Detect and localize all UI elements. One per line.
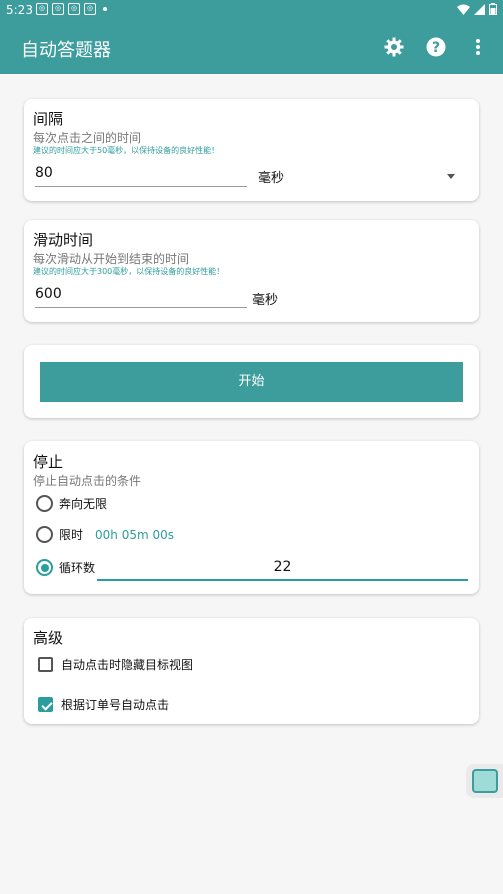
swipe-title: 滑动时间: [33, 231, 94, 249]
svg-text:?: ?: [432, 40, 440, 56]
radio-button[interactable]: [36, 559, 53, 576]
help-icon: ?: [426, 37, 446, 57]
more-options-button[interactable]: [467, 36, 489, 58]
app-notification-icon: ◎: [68, 3, 80, 15]
swipe-unit: 毫秒: [252, 293, 279, 308]
start-button[interactable]: 开始: [40, 362, 463, 402]
gear-icon: [384, 37, 404, 57]
app-notification-icon: ◎: [84, 3, 96, 15]
battery-icon: [489, 3, 497, 15]
loop-count-input[interactable]: 22: [97, 557, 468, 581]
app-bar: 自动答题器 ?: [0, 22, 503, 74]
signal-icon: [474, 3, 485, 15]
checkbox[interactable]: [38, 657, 53, 672]
swipe-subtitle: 每次滑动从开始到结束的时间: [33, 252, 190, 266]
radio-label: 循环数: [59, 561, 96, 575]
start-card: 开始: [24, 345, 479, 418]
settings-button[interactable]: [383, 36, 405, 58]
radio-option-loop-count[interactable]: 循环数: [36, 559, 95, 576]
app-title: 自动答题器: [21, 40, 111, 61]
interval-card: 间隔 每次点击之间的时间 建议的时间应大于50毫秒，以保持设备的良好性能！ 80…: [24, 99, 479, 201]
checkbox-label: 自动点击时隐藏目标视图: [61, 658, 194, 672]
radio-button[interactable]: [36, 495, 53, 512]
app-notification-icon: ◎: [52, 3, 64, 15]
notification-dot-icon: [103, 7, 107, 11]
help-button[interactable]: ?: [425, 36, 447, 58]
status-bar: 5:23 ◎ ◎ ◎ ◎: [0, 0, 503, 22]
checkbox[interactable]: [38, 697, 53, 712]
app-notification-icon: ◎: [36, 3, 48, 15]
interval-subtitle: 每次点击之间的时间: [33, 131, 142, 145]
radio-button[interactable]: [36, 526, 53, 543]
checkbox-label: 根据订单号自动点击: [61, 698, 170, 712]
advanced-card: 高级 自动点击时隐藏目标视图 根据订单号自动点击: [24, 618, 479, 724]
interval-hint: 建议的时间应大于50毫秒，以保持设备的良好性能！: [33, 146, 220, 155]
stop-title: 停止: [33, 453, 64, 471]
status-notification-icons: ◎ ◎ ◎ ◎: [36, 3, 107, 15]
swipe-card: 滑动时间 每次滑动从开始到结束的时间 建议的时间应大于300毫秒，以保持设备的良…: [24, 220, 479, 322]
floating-widget-button[interactable]: [466, 764, 503, 798]
status-time: 5:23: [6, 3, 33, 17]
checkbox-hide-target-view[interactable]: 自动点击时隐藏目标视图: [38, 656, 193, 673]
tap-hand-icon: [471, 769, 498, 793]
status-right-icons: [457, 3, 497, 15]
dropdown-arrow-icon[interactable]: [447, 174, 455, 179]
swipe-input[interactable]: 600: [35, 282, 247, 308]
stop-subtitle: 停止自动点击的条件: [33, 474, 142, 488]
stop-card: 停止 停止自动点击的条件 奔向无限 限时 00h 05m 00s 循环数 22: [24, 441, 479, 594]
radio-option-time-limit[interactable]: 限时 00h 05m 00s: [36, 526, 174, 543]
swipe-hint: 建议的时间应大于300毫秒，以保持设备的良好性能！: [33, 267, 225, 276]
advanced-title: 高级: [33, 629, 64, 647]
radio-option-infinite[interactable]: 奔向无限: [36, 495, 107, 512]
wifi-icon: [457, 4, 470, 15]
interval-unit-select[interactable]: 毫秒: [258, 167, 284, 186]
interval-input[interactable]: 80: [35, 161, 247, 187]
radio-label: 限时: [59, 528, 84, 542]
more-vert-icon: [476, 39, 480, 55]
interval-title: 间隔: [33, 110, 64, 128]
radio-label: 奔向无限: [59, 497, 108, 511]
checkbox-click-by-order[interactable]: 根据订单号自动点击: [38, 696, 169, 713]
time-limit-value[interactable]: 00h 05m 00s: [95, 528, 174, 542]
